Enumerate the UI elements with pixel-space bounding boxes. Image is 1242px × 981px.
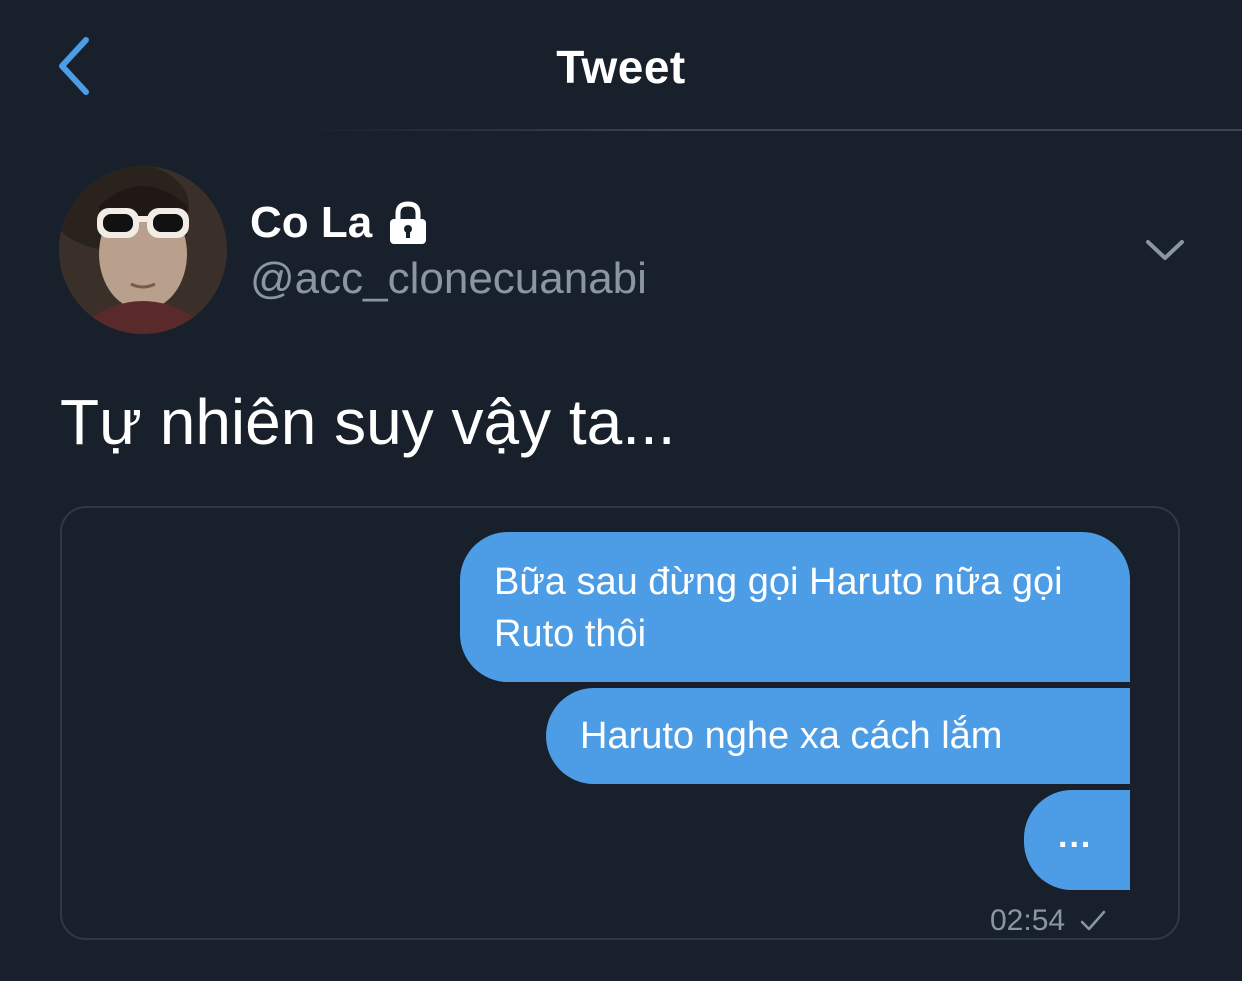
tweet-text: Tự nhiên suy vậy ta...: [60, 386, 676, 458]
tweet-menu-button[interactable]: [1140, 230, 1190, 270]
author-name-row: Co La: [250, 198, 430, 248]
header-divider: [300, 129, 1242, 131]
lock-icon: [390, 201, 427, 244]
avatar-photo: [59, 166, 227, 334]
display-name[interactable]: Co La: [250, 198, 372, 248]
message-timestamp: 02:54: [990, 904, 1066, 937]
message-timestamp-row: 02:54: [990, 904, 1107, 938]
avatar[interactable]: [59, 166, 227, 334]
message-bubble: ...: [1024, 790, 1130, 890]
message-bubble: Bữa sau đừng gọi Haruto nữa gọi Ruto thô…: [460, 532, 1130, 682]
page-title: Tweet: [556, 41, 686, 93]
chevron-down-icon: [1146, 240, 1184, 260]
attached-screenshot[interactable]: Bữa sau đừng gọi Haruto nữa gọi Ruto thô…: [60, 506, 1180, 940]
top-bar: Tweet: [0, 0, 1242, 132]
message-bubble: Haruto nghe xa cách lắm: [546, 688, 1130, 784]
check-icon: [1080, 910, 1106, 931]
author-handle[interactable]: @acc_clonecuanabi: [250, 254, 647, 304]
